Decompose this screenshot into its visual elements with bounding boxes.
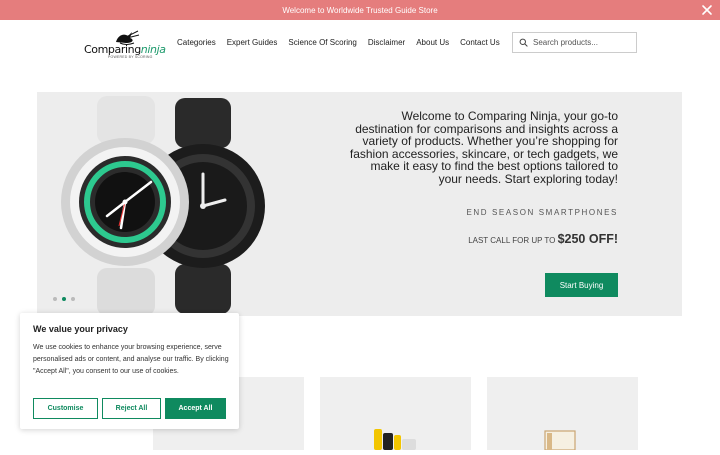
announcement-bar: Welcome to Worldwide Trusted Guide Store (0, 0, 720, 20)
nav-expert-guides[interactable]: Expert Guides (227, 38, 278, 47)
hero-subtitle: END SEASON SMARTPHONES (466, 208, 618, 217)
accept-all-button[interactable]: Accept All (165, 398, 226, 419)
customise-button[interactable]: Customise (33, 398, 98, 419)
hero-offer: LAST CALL FOR UP TO $250 OFF! (468, 232, 618, 246)
site-header: Comparingninja POWERED BY SCORING Catego… (0, 20, 720, 66)
product-card[interactable] (320, 377, 471, 450)
slider-dots (53, 297, 75, 301)
product-card[interactable] (487, 377, 638, 451)
cookie-title: We value your privacy (33, 324, 128, 334)
nav-contact-us[interactable]: Contact Us (460, 38, 500, 47)
nav-disclaimer[interactable]: Disclaimer (368, 38, 405, 47)
slider-dot-2[interactable] (62, 297, 66, 301)
nav-categories[interactable]: Categories (177, 38, 216, 47)
slider-dot-1[interactable] (53, 297, 57, 301)
cookie-consent-banner: We value your privacy We use cookies to … (20, 313, 239, 429)
search-icon (519, 38, 528, 47)
product-image (374, 429, 416, 450)
announcement-text: Welcome to Worldwide Trusted Guide Store (282, 5, 438, 15)
nav-science-of-scoring[interactable]: Science Of Scoring (288, 38, 356, 47)
slider-dot-3[interactable] (71, 297, 75, 301)
site-logo[interactable]: Comparingninja POWERED BY SCORING (82, 29, 168, 59)
smartwatch-image (61, 96, 265, 316)
start-buying-button[interactable]: Start Buying (545, 273, 618, 297)
search-box[interactable] (512, 32, 637, 53)
hero-slider: Welcome to Comparing Ninja, your go-to d… (37, 92, 682, 316)
reject-all-button[interactable]: Reject All (102, 398, 161, 419)
product-image (544, 430, 576, 451)
logo-tagline: POWERED BY SCORING (108, 55, 153, 59)
close-icon[interactable] (700, 3, 714, 17)
cookie-body: We use cookies to enhance your browsing … (33, 344, 229, 375)
hero-description: Welcome to Comparing Ninja, your go-to d… (349, 109, 618, 186)
hero-offer-prefix: LAST CALL FOR UP TO (468, 236, 558, 245)
search-input[interactable] (533, 38, 628, 47)
hero-offer-amount: $250 OFF! (557, 232, 618, 246)
nav-about-us[interactable]: About Us (416, 38, 449, 47)
main-nav: Categories Expert Guides Science Of Scor… (177, 38, 500, 47)
